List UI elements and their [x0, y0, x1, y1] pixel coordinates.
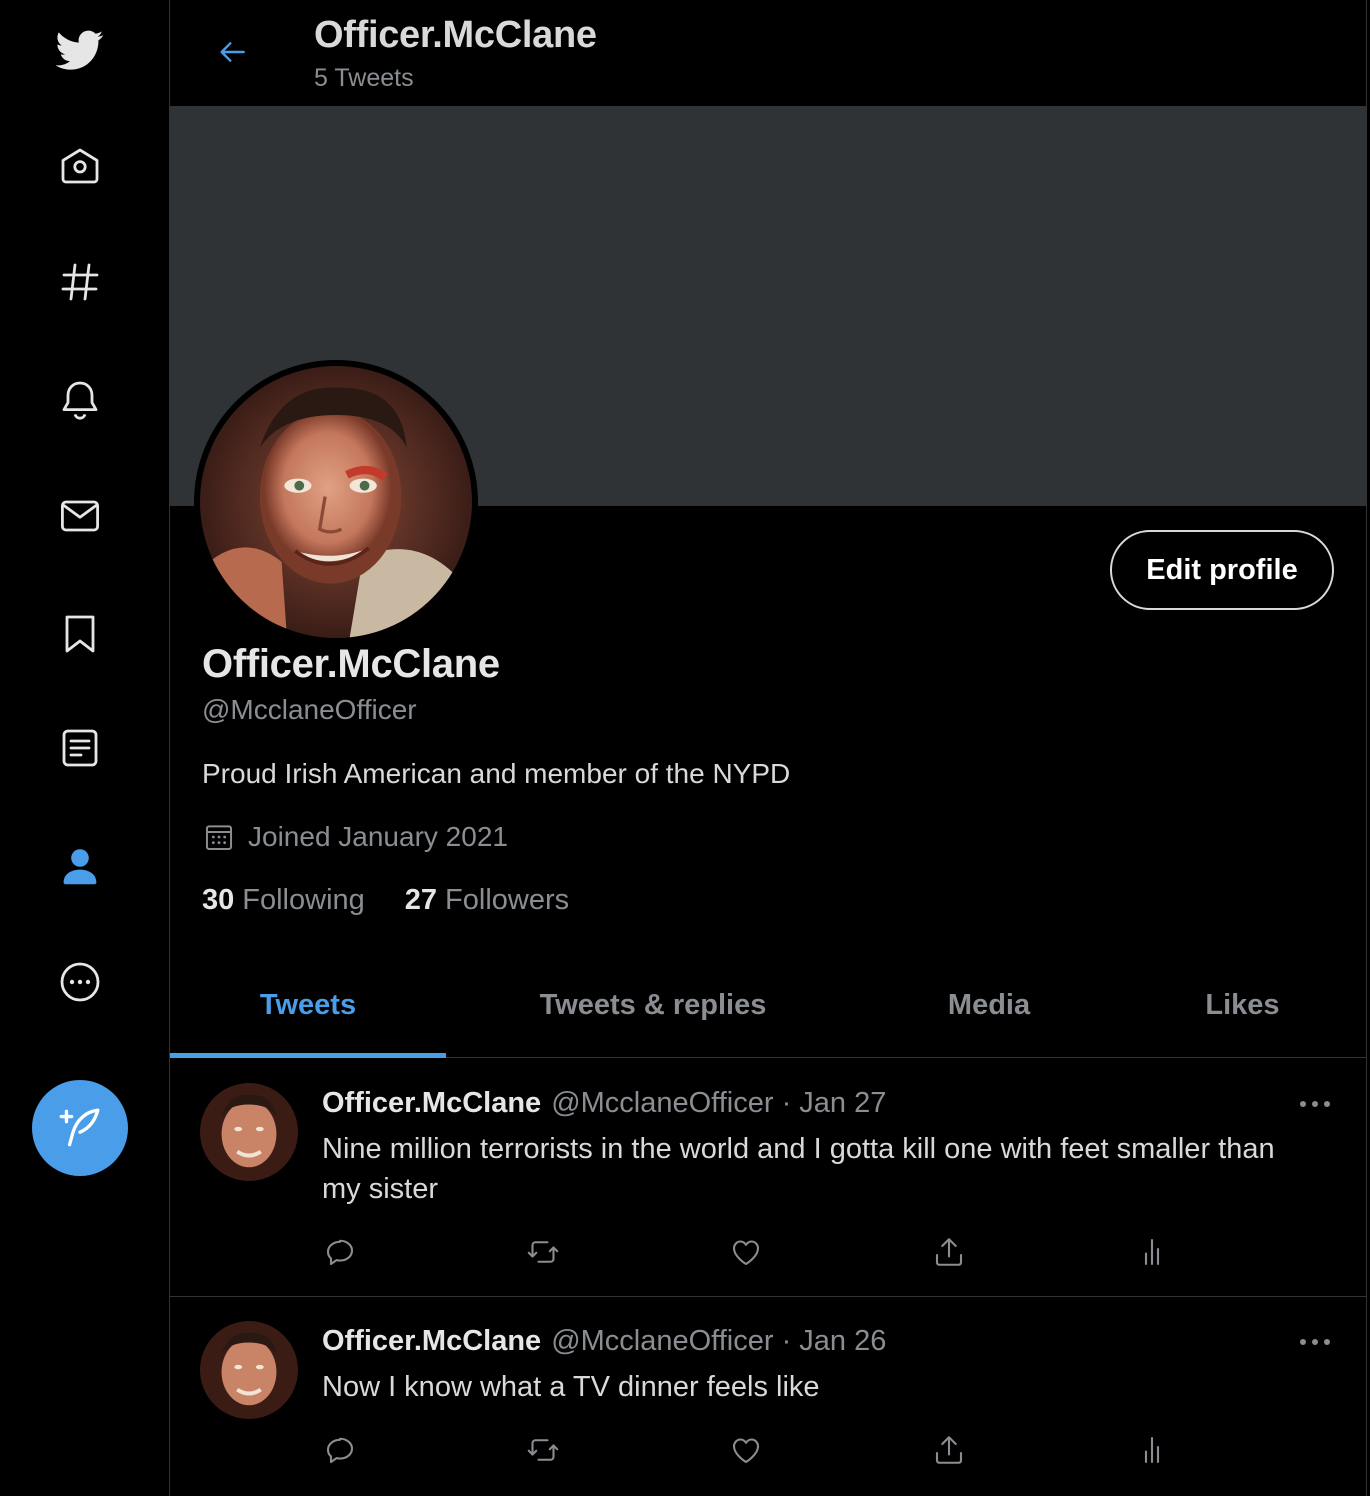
retweet-icon: [527, 1241, 559, 1263]
like-button[interactable]: [726, 1232, 766, 1272]
share-button[interactable]: [929, 1232, 969, 1272]
share-icon: [935, 1238, 963, 1266]
profile-avatar[interactable]: [194, 360, 478, 644]
following-link[interactable]: 30 Following: [202, 884, 365, 917]
followers-count: 27: [404, 884, 438, 916]
profile-header-bar: Officer.McClane 5 Tweets: [170, 0, 1366, 106]
tweet-author-handle[interactable]: @McclaneOfficer: [551, 1325, 773, 1357]
tweet-avatar[interactable]: [200, 1321, 298, 1419]
retweet-button[interactable]: [523, 1232, 563, 1272]
heart-icon: [732, 1438, 760, 1464]
compose-tweet-button[interactable]: [32, 1080, 128, 1176]
reply-button[interactable]: [320, 1430, 360, 1470]
tweet-date[interactable]: · Jan 27: [782, 1087, 887, 1119]
retweet-button[interactable]: [523, 1430, 563, 1470]
calendar-icon: [205, 825, 233, 851]
followers-label: Followers: [445, 884, 570, 916]
tweet-header: Officer.McClane @McclaneOfficer · Jan 27: [322, 1087, 886, 1120]
following-label: Following: [242, 884, 365, 916]
share-icon: [935, 1436, 963, 1464]
bookmarks-icon[interactable]: [50, 604, 110, 664]
profile-joined-date: Joined January 2021: [202, 820, 508, 854]
following-count: 30: [202, 884, 235, 916]
tweet-text: Nine million terrorists in the world and…: [322, 1133, 1275, 1205]
heart-icon: [732, 1240, 760, 1266]
like-button[interactable]: [726, 1430, 766, 1470]
tab-media[interactable]: Media: [860, 952, 1118, 1058]
analytics-icon: [1144, 1436, 1160, 1464]
reply-button[interactable]: [320, 1232, 360, 1272]
back-button[interactable]: [208, 32, 258, 72]
messages-mail-icon[interactable]: [50, 486, 110, 546]
tweet-author-handle[interactable]: @McclaneOfficer: [551, 1087, 773, 1119]
more-dots-icon: [1300, 1101, 1330, 1107]
header-title: Officer.McClane: [314, 14, 597, 56]
profile-handle: @McclaneOfficer: [202, 694, 417, 725]
profile-stats: 30 Following 27 Followers: [202, 884, 609, 917]
side-navigation: [0, 0, 170, 1496]
twitter-logo-icon[interactable]: [50, 20, 110, 80]
tweet-avatar[interactable]: [200, 1083, 298, 1181]
analytics-button[interactable]: [1132, 1232, 1172, 1272]
followers-link[interactable]: 27 Followers: [405, 884, 569, 917]
profile-column: Officer.McClane 5 Tweets Edit profile Of…: [170, 0, 1367, 1496]
compose-tweet-icon: [59, 1108, 100, 1147]
share-button[interactable]: [929, 1430, 969, 1470]
tweet-more-button[interactable]: [1290, 1089, 1340, 1119]
tab-likes[interactable]: Likes: [1118, 952, 1366, 1058]
more-icon[interactable]: [50, 952, 110, 1012]
tab-tweets-and-replies[interactable]: Tweets & replies: [446, 952, 860, 1058]
profile-name: Officer.McClane: [202, 642, 500, 686]
tweet-header: Officer.McClane @McclaneOfficer · Jan 26: [322, 1325, 886, 1358]
avatar-photo: [200, 366, 472, 638]
tweet-author-name[interactable]: Officer.McClane: [322, 1325, 541, 1357]
tweet-date[interactable]: · Jan 26: [782, 1325, 887, 1357]
more-dots-icon: [1300, 1339, 1330, 1345]
back-arrow-icon: [220, 42, 245, 62]
notifications-bell-icon[interactable]: [50, 370, 110, 430]
active-tab-indicator: [170, 1053, 446, 1058]
retweet-icon: [527, 1439, 559, 1461]
edit-profile-button[interactable]: Edit profile: [1110, 530, 1334, 610]
profile-tabs: Tweets Tweets & replies Media Likes: [170, 952, 1366, 1058]
profile-bio: Proud Irish American and member of the N…: [202, 758, 791, 789]
tweet-actions: [320, 1430, 1170, 1470]
home-icon[interactable]: [50, 136, 110, 196]
profile-icon[interactable]: [50, 836, 110, 896]
tweet[interactable]: Officer.McClane @McclaneOfficer · Jan 27 …: [170, 1059, 1366, 1297]
reply-icon: [326, 1239, 354, 1266]
joined-label: Joined January 2021: [248, 821, 508, 852]
reply-icon: [326, 1437, 354, 1464]
explore-hashtag-icon[interactable]: [50, 252, 110, 312]
tweet-actions: [320, 1232, 1170, 1272]
header-tweet-count: 5 Tweets: [314, 64, 414, 92]
tweet-author-name[interactable]: Officer.McClane: [322, 1087, 541, 1119]
tweet[interactable]: Officer.McClane @McclaneOfficer · Jan 26 …: [170, 1297, 1366, 1496]
tweet-more-button[interactable]: [1290, 1327, 1340, 1357]
analytics-icon: [1144, 1238, 1160, 1266]
lists-icon[interactable]: [50, 718, 110, 778]
analytics-button[interactable]: [1132, 1430, 1172, 1470]
tab-tweets[interactable]: Tweets: [170, 952, 446, 1058]
tweet-text: Now I know what a TV dinner feels like: [322, 1371, 820, 1403]
